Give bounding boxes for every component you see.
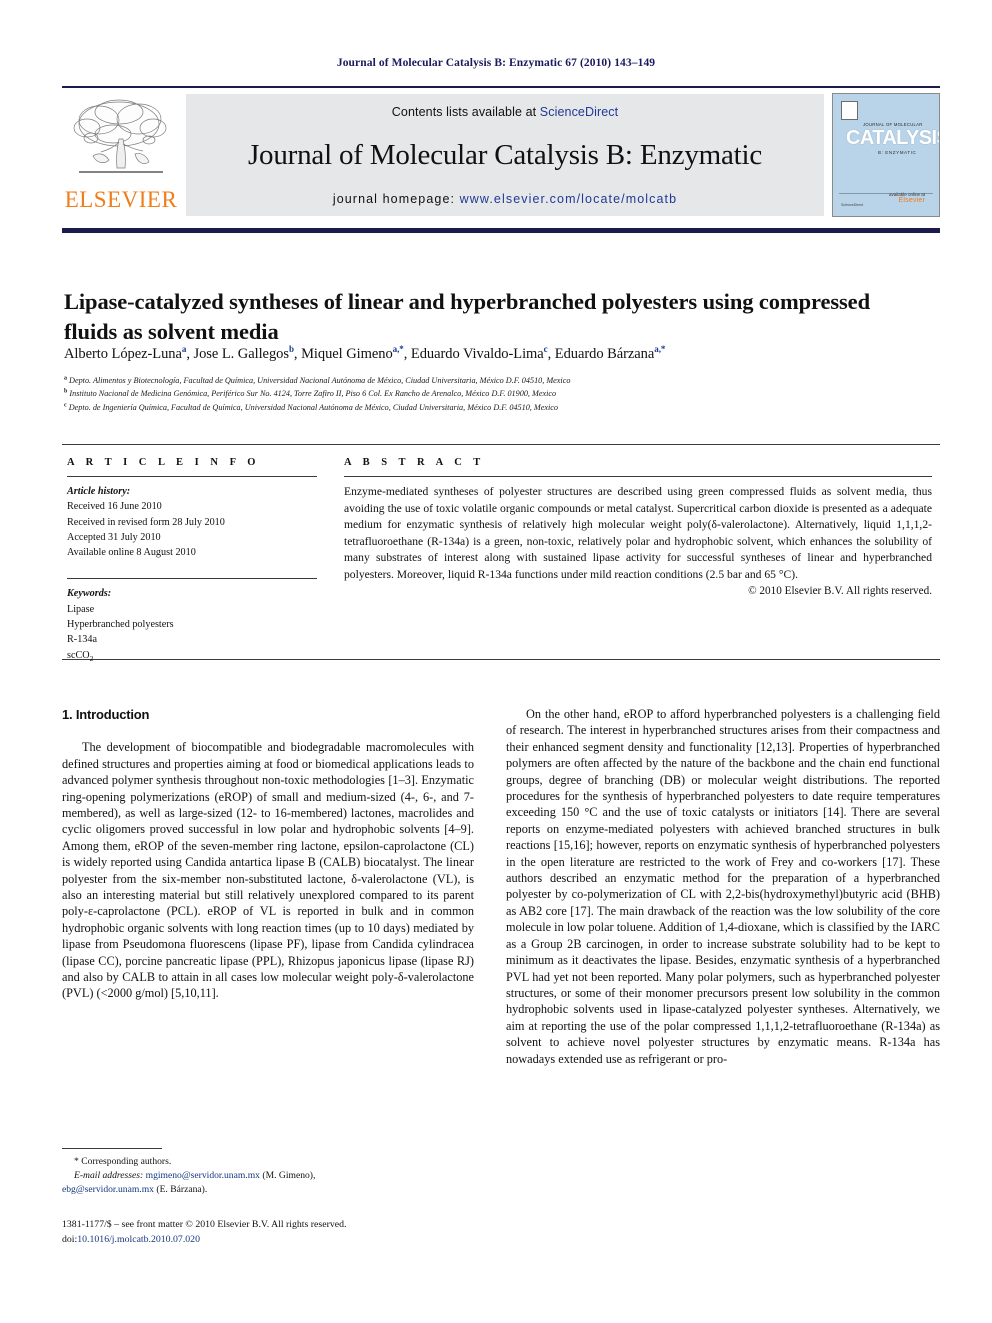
- email-link-gimeno[interactable]: mgimeno@servidor.unam.mx: [146, 1170, 260, 1181]
- keyword-item: Lipase: [67, 603, 95, 615]
- cover-publisher-block: available online at Elsevier: [889, 192, 925, 204]
- article-info-heading: A R T I C L E I N F O: [67, 457, 260, 468]
- affiliation-item: c Depto. de Ingeniería Química, Facultad…: [64, 401, 924, 414]
- doi-link[interactable]: 10.1016/j.molcatb.2010.07.020: [77, 1234, 200, 1245]
- author-affil-mark: a: [181, 344, 187, 354]
- email-owner-gimeno: (M. Gimeno),: [262, 1170, 316, 1181]
- abstract-rule: [344, 476, 932, 477]
- author-name: Miquel Gimeno: [301, 345, 393, 362]
- footnote-rule: [62, 1148, 162, 1149]
- abstract-copyright: © 2010 Elsevier B.V. All rights reserved…: [748, 585, 932, 598]
- abstract-text: Enzyme-mediated syntheses of polyester s…: [344, 485, 932, 581]
- author-name: Eduardo Bárzana: [554, 345, 655, 362]
- author-name: Eduardo Vivaldo-Lima: [410, 345, 544, 362]
- affiliation-item: b Instituto Nacional de Medicina Genómic…: [64, 387, 924, 400]
- cover-subtitle: B: ENZYMATIC: [878, 150, 917, 155]
- contents-available-line: Contents lists available at ScienceDirec…: [392, 105, 618, 119]
- affiliation-text: Depto. de Ingeniería Química, Facultad d…: [68, 402, 558, 412]
- author-name: Jose L. Gallegos: [193, 345, 289, 362]
- homepage-url-link[interactable]: www.elsevier.com/locate/molcatb: [460, 192, 678, 206]
- author-list: Alberto López-Lunaa, Jose L. Gallegosb, …: [64, 344, 666, 362]
- article-info-abstract-box: A R T I C L E I N F O Article history: R…: [62, 444, 940, 663]
- author-affil-mark: a,*: [654, 344, 666, 354]
- affiliation-text: Instituto Nacional de Medicina Genómica,…: [69, 389, 557, 399]
- email-label: E-mail addresses:: [74, 1170, 144, 1181]
- keywords-label: Keywords:: [67, 588, 112, 600]
- doi-line: doi:10.1016/j.molcatb.2010.07.020: [62, 1233, 532, 1248]
- masthead-center-band: Contents lists available at ScienceDirec…: [186, 94, 824, 216]
- cover-sciencedirect: ScienceDirect: [841, 203, 864, 207]
- sciencedirect-link[interactable]: ScienceDirect: [540, 105, 618, 119]
- page-title: Lipase-catalyzed syntheses of linear and…: [64, 289, 870, 344]
- elsevier-logo-block: ELSEVIER: [62, 88, 180, 222]
- issn-line: 1381-1177/$ – see front matter © 2010 El…: [62, 1219, 347, 1230]
- corresponding-authors-note: * Corresponding authors.: [74, 1156, 172, 1167]
- cover-elsevier-icon: [841, 101, 858, 120]
- keywords-rule: [67, 578, 317, 580]
- journal-cover-thumbnail: JOURNAL OF MOLECULAR CATALYSIS B: ENZYMA…: [832, 93, 940, 217]
- keyword-item: R-134a: [67, 634, 97, 646]
- affiliation-list: a Depto. Alimentos y Biotecnología, Facu…: [64, 374, 924, 414]
- masthead-bottom-rule: [62, 228, 940, 233]
- body-column-left: 1. Introduction The development of bioco…: [62, 706, 474, 1002]
- elsevier-tree-icon: [73, 99, 167, 173]
- journal-title: Journal of Molecular Catalysis B: Enzyma…: [247, 138, 763, 171]
- author-affil-mark: c: [543, 344, 548, 354]
- running-head: Journal of Molecular Catalysis B: Enzyma…: [336, 57, 656, 69]
- author-name: Alberto López-Luna: [64, 345, 182, 362]
- affiliation-text: Depto. Alimentos y Biotecnología, Facult…: [69, 376, 571, 385]
- email-addresses-line: E-mail addresses: mgimeno@servidor.unam.…: [62, 1169, 474, 1183]
- elsevier-wordmark: ELSEVIER: [64, 187, 178, 212]
- email-link-barzana[interactable]: ebg@servidor.unam.mx: [62, 1184, 154, 1195]
- author-affil-mark: a,*: [392, 344, 404, 354]
- email-owner-barzana: (E. Bárzana).: [156, 1184, 208, 1195]
- affiliation-mark: b: [64, 388, 68, 395]
- history-accepted: Accepted 31 July 2010: [67, 531, 161, 543]
- paper-page: Journal of Molecular Catalysis B: Enzyma…: [0, 0, 992, 1323]
- homepage-prefix: journal homepage:: [332, 191, 460, 206]
- paragraph: On the other hand, eROP to afford hyperb…: [506, 707, 940, 1066]
- keyword-item: Hyperbranched polyesters: [67, 619, 174, 631]
- history-revised: Received in revised form 28 July 2010: [67, 516, 225, 528]
- body-column-right: On the other hand, eROP to afford hyperb…: [506, 706, 940, 1067]
- history-online: Available online 8 August 2010: [67, 547, 196, 559]
- affiliation-mark: a: [64, 375, 67, 382]
- issn-copyright-block: 1381-1177/$ – see front matter © 2010 El…: [62, 1218, 532, 1247]
- article-info-rule: [67, 476, 317, 477]
- abstract-heading: A B S T R A C T: [344, 457, 485, 468]
- keyword-item: scCO2: [67, 649, 94, 663]
- article-info-column: A R T I C L E I N F O Article history: R…: [67, 457, 317, 664]
- corresponding-author-footnote: * Corresponding authors. E-mail addresse…: [62, 1148, 474, 1197]
- affiliation-item: a Depto. Alimentos y Biotecnología, Facu…: [64, 374, 924, 387]
- author-affil-mark: b: [288, 344, 294, 354]
- section-heading-introduction: 1. Introduction: [62, 707, 150, 722]
- contents-prefix: Contents lists available at: [391, 105, 540, 119]
- affiliation-mark: c: [64, 401, 67, 408]
- doi-label: doi:: [62, 1233, 78, 1245]
- journal-masthead: ELSEVIER Contents lists available at Sci…: [62, 86, 940, 222]
- cover-elsevier-word: Elsevier: [898, 197, 926, 204]
- journal-homepage-line: journal homepage: www.elsevier.com/locat…: [333, 192, 677, 206]
- cover-main-title: CATALYSIS: [846, 127, 940, 149]
- abstract-column: A B S T R A C T Enzyme-mediated synthese…: [344, 457, 932, 597]
- email-second-line: ebg@servidor.unam.mx (E. Bárzana).: [62, 1183, 474, 1197]
- history-received: Received 16 June 2010: [67, 501, 162, 513]
- paragraph: The development of biocompatible and bio…: [62, 740, 474, 1001]
- article-history-label: Article history:: [67, 486, 131, 497]
